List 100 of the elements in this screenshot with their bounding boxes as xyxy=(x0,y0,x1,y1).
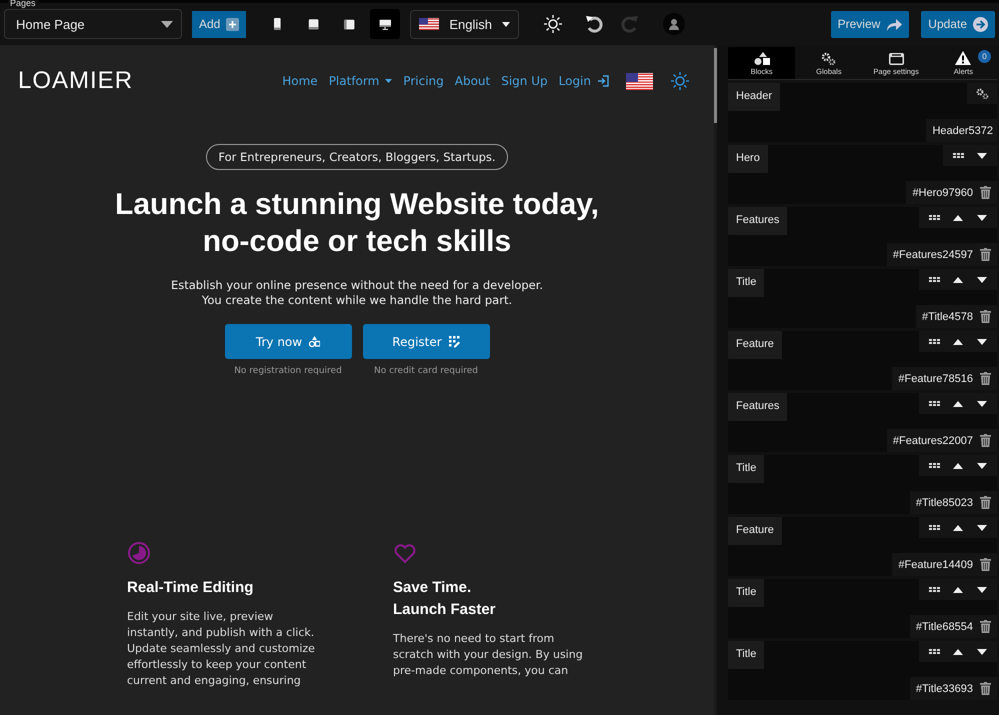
caret-down-icon xyxy=(977,648,987,654)
block-id: #Title33693 xyxy=(916,682,973,694)
caret-down-icon xyxy=(977,152,987,158)
trash-icon xyxy=(980,372,990,385)
handle-icon xyxy=(928,339,940,344)
handle-icon xyxy=(952,153,964,158)
block-id: #Title85023 xyxy=(916,496,973,508)
delete-button[interactable] xyxy=(977,432,993,450)
plus-icon xyxy=(226,18,240,30)
trash-icon xyxy=(980,620,990,633)
sun-icon[interactable] xyxy=(543,14,563,34)
caret-down-icon xyxy=(977,214,987,220)
shapes-icon xyxy=(754,52,770,65)
avatar[interactable] xyxy=(663,13,685,35)
shapes-icon xyxy=(309,336,320,348)
caret-icon xyxy=(502,22,510,26)
delete-button[interactable] xyxy=(977,618,993,636)
hero-subtitle: Establish your online presence without the need for a developer. You create the content while we handle the hard part. xyxy=(170,278,544,308)
block-id: #Hero97960 xyxy=(912,186,973,198)
block-id: #Features24597 xyxy=(892,248,973,260)
block-name: Feature xyxy=(728,331,782,359)
delete-button[interactable] xyxy=(977,556,993,574)
trash-icon xyxy=(980,434,990,447)
block-id: #Feature14409 xyxy=(898,558,973,570)
cta-button[interactable]: Try now xyxy=(224,324,352,359)
nav-link[interactable]: Login xyxy=(558,74,609,88)
scrollbar-thumb[interactable] xyxy=(714,48,717,123)
delete-button[interactable] xyxy=(977,184,993,202)
caret-up-icon xyxy=(953,214,963,220)
settings-icon xyxy=(976,88,988,99)
grid-icon xyxy=(448,336,460,348)
block-name: Title xyxy=(728,641,764,669)
nav-link[interactable]: Platform xyxy=(328,74,392,88)
button-note: No credit card required xyxy=(374,366,478,376)
caret-down-icon xyxy=(977,524,987,530)
delete-button[interactable] xyxy=(977,680,993,698)
block-name: Features xyxy=(728,393,788,421)
trash-icon xyxy=(980,310,990,323)
block-name: Feature xyxy=(728,517,782,545)
caret-down-icon xyxy=(977,400,987,406)
preview-button[interactable]: Preview xyxy=(830,10,910,38)
nav-link[interactable]: Pricing xyxy=(403,74,444,88)
block-name: Header xyxy=(728,83,780,111)
delete-button[interactable] xyxy=(977,246,993,264)
block-name: Title xyxy=(728,455,764,483)
caret-up-icon xyxy=(953,276,963,282)
caret-up-icon xyxy=(953,524,963,530)
feature-title: Save Time. Launch Faster xyxy=(393,578,497,620)
block-id: #Feature78516 xyxy=(898,372,973,384)
pages-label: Pages xyxy=(8,0,38,8)
button-note: No registration required xyxy=(234,366,342,376)
language-select[interactable]: English xyxy=(410,10,519,38)
clock-icon xyxy=(127,541,151,565)
handle-icon xyxy=(928,525,940,530)
caret-up-icon xyxy=(953,648,963,654)
flag-icon xyxy=(419,18,440,30)
login-icon xyxy=(597,75,609,87)
caret-up-icon xyxy=(953,400,963,406)
window-icon xyxy=(888,53,904,65)
caret-down-icon xyxy=(977,276,987,282)
handle-icon xyxy=(928,587,940,592)
trash-icon xyxy=(980,496,990,509)
undo-icon[interactable] xyxy=(585,15,603,33)
caret-up-icon xyxy=(953,586,963,592)
caret-down-icon xyxy=(977,462,987,468)
handle-icon xyxy=(928,649,940,654)
add-button[interactable]: Add xyxy=(192,10,246,38)
handle-icon xyxy=(928,401,940,406)
trash-icon xyxy=(980,558,990,571)
delete-button[interactable] xyxy=(977,494,993,512)
page-name: Home Page xyxy=(16,16,85,32)
caret-icon xyxy=(161,20,173,28)
share-arrow-icon xyxy=(886,18,902,30)
block-name: Title xyxy=(728,579,764,607)
nav-link[interactable]: Home xyxy=(282,74,318,88)
update-button[interactable]: Update xyxy=(921,10,995,38)
caret-down-icon xyxy=(977,586,987,592)
hero-title: Launch a stunning Website today, no-code or tech skills xyxy=(115,187,599,260)
feature-title: Real-Time Editing xyxy=(127,578,254,598)
flag-icon[interactable] xyxy=(626,72,653,90)
block-id: #Title4578 xyxy=(922,310,973,322)
block-name: Hero xyxy=(728,145,768,173)
nav-link[interactable]: About xyxy=(454,74,490,88)
user-icon xyxy=(668,18,680,30)
gears-icon xyxy=(821,52,836,65)
caret-up-icon xyxy=(953,338,963,344)
site-logo[interactable]: LOAMIER xyxy=(18,67,134,95)
nav-link[interactable]: Sign Up xyxy=(501,74,548,88)
tagline-pill: For Entrepreneurs, Creators, Bloggers, Startups. xyxy=(206,144,508,170)
warning-icon xyxy=(955,51,972,65)
device-button[interactable] xyxy=(370,9,400,39)
handle-icon xyxy=(928,215,940,220)
trash-icon xyxy=(980,248,990,261)
delete-button[interactable] xyxy=(977,370,993,388)
block-id: Header5372 xyxy=(932,124,993,136)
delete-button[interactable] xyxy=(977,308,993,326)
block-name: Features xyxy=(728,207,788,235)
caret-up-icon xyxy=(953,462,963,468)
cta-button[interactable]: Register xyxy=(362,324,490,359)
feature-text: There's no need to start from scratch with your design. By using pre-made components, you can xyxy=(393,631,584,679)
